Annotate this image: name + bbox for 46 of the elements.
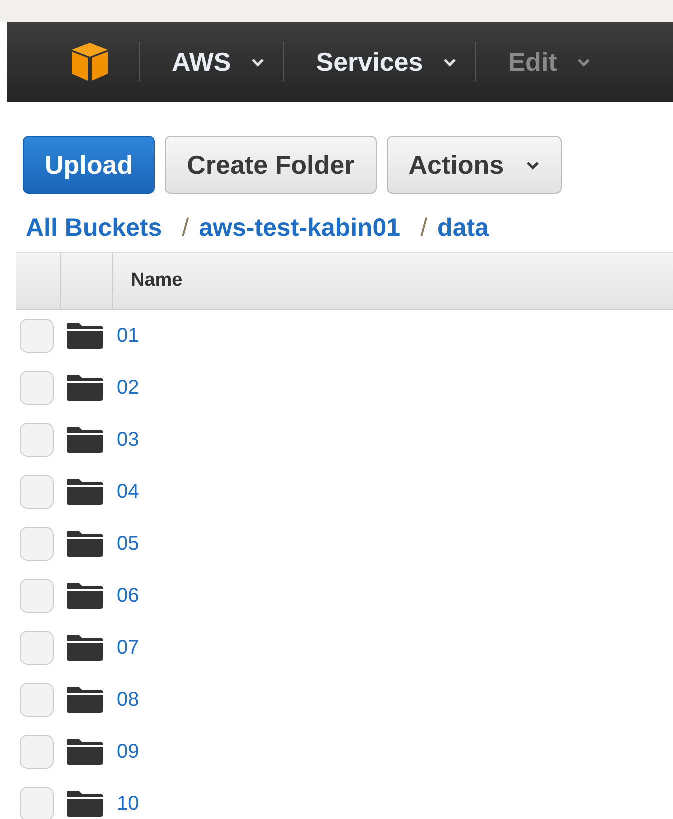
breadcrumb-link[interactable]: aws-test-kabin01 bbox=[199, 214, 401, 242]
folder-link[interactable]: 10 bbox=[117, 792, 140, 816]
caret-icon bbox=[577, 58, 592, 66]
folder-link[interactable]: 05 bbox=[117, 532, 140, 556]
row-checkbox[interactable] bbox=[20, 579, 54, 613]
folder-icon bbox=[67, 323, 103, 349]
row-checkbox[interactable] bbox=[20, 735, 54, 769]
folder-link[interactable]: 07 bbox=[117, 636, 140, 660]
caret-icon bbox=[526, 160, 540, 170]
row-checkbox[interactable] bbox=[20, 319, 54, 353]
folder-icon bbox=[67, 531, 103, 557]
folder-link[interactable]: 03 bbox=[117, 428, 140, 452]
folder-link[interactable]: 04 bbox=[117, 480, 140, 504]
row-checkbox[interactable] bbox=[20, 423, 54, 457]
folder-link[interactable]: 02 bbox=[117, 376, 140, 400]
actions-dropdown[interactable]: Actions bbox=[386, 136, 562, 194]
folder-icon bbox=[67, 687, 103, 713]
folder-icon bbox=[67, 375, 103, 401]
column-header[interactable]: Name bbox=[113, 253, 183, 309]
row-checkbox[interactable] bbox=[20, 631, 54, 665]
folder-icon bbox=[67, 583, 103, 609]
row-checkbox[interactable] bbox=[20, 475, 54, 509]
folder-icon bbox=[67, 479, 103, 505]
row-checkbox[interactable] bbox=[20, 683, 54, 717]
breadcrumb-link[interactable]: data bbox=[438, 214, 489, 242]
caret-icon bbox=[443, 58, 458, 66]
row-checkbox[interactable] bbox=[20, 787, 54, 819]
folder-link[interactable]: 09 bbox=[117, 740, 140, 764]
folder-icon bbox=[67, 427, 103, 453]
row-checkbox[interactable] bbox=[20, 527, 54, 561]
folder-icon bbox=[67, 791, 103, 817]
folder-icon bbox=[67, 739, 103, 765]
caret-icon bbox=[251, 58, 266, 66]
folder-link[interactable]: 01 bbox=[117, 324, 140, 348]
breadcrumb-separator: / bbox=[420, 214, 428, 242]
nav-menu[interactable]: Services bbox=[284, 22, 476, 102]
upload-button[interactable]: Upload bbox=[23, 136, 156, 194]
folder-link[interactable]: 06 bbox=[117, 584, 140, 608]
folder-icon bbox=[67, 635, 103, 661]
breadcrumb-link[interactable]: All Buckets bbox=[26, 214, 162, 242]
breadcrumb-separator: / bbox=[182, 214, 190, 242]
create-folder-button[interactable]: Create Folder bbox=[165, 136, 377, 194]
nav-menu[interactable]: AWS bbox=[140, 22, 284, 102]
folder-link[interactable]: 08 bbox=[117, 688, 140, 712]
row-checkbox[interactable] bbox=[20, 371, 54, 405]
cube-logo-icon[interactable] bbox=[71, 42, 109, 82]
